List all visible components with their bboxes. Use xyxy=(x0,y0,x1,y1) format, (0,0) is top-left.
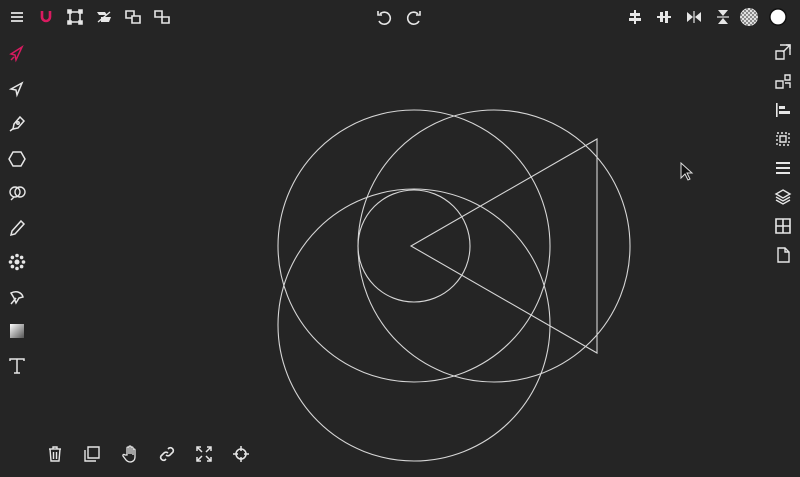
canvas-circle-large-right[interactable] xyxy=(357,109,631,383)
layers-list-icon[interactable] xyxy=(771,156,795,180)
menu-icon[interactable] xyxy=(5,5,29,29)
mouse-cursor-icon xyxy=(680,162,694,181)
pen-tool-icon[interactable] xyxy=(5,112,29,136)
group-icon[interactable] xyxy=(121,5,145,29)
fit-screen-icon[interactable] xyxy=(192,442,216,466)
pattern-fill-icon[interactable] xyxy=(737,5,761,29)
undo-icon[interactable] xyxy=(372,5,396,29)
pencil-tool-icon[interactable] xyxy=(5,216,29,240)
grid-icon[interactable] xyxy=(771,214,795,238)
canvas-triangle[interactable] xyxy=(409,138,598,354)
color-swatch[interactable] xyxy=(766,5,790,29)
flip-icon[interactable] xyxy=(92,5,116,29)
ungroup-icon[interactable] xyxy=(150,5,174,29)
clip-icon[interactable] xyxy=(771,127,795,151)
align-center-vertical-icon[interactable] xyxy=(652,5,676,29)
align-icon[interactable] xyxy=(771,98,795,122)
shape-builder-tool-icon[interactable] xyxy=(5,181,29,205)
duplicate-icon[interactable] xyxy=(80,442,104,466)
layers-stack-icon[interactable] xyxy=(771,185,795,209)
path-tool-icon[interactable] xyxy=(5,285,29,309)
gradient-tool-icon[interactable] xyxy=(5,319,29,343)
target-icon[interactable] xyxy=(229,442,253,466)
polygon-tool-icon[interactable] xyxy=(5,147,29,171)
canvas-circle-large-upper[interactable] xyxy=(277,109,551,383)
selection-icon[interactable] xyxy=(63,5,87,29)
canvas-circle-large-lower[interactable] xyxy=(277,188,551,462)
symmetry-tool-icon[interactable] xyxy=(5,250,29,274)
redo-icon[interactable] xyxy=(402,5,426,29)
link-icon[interactable] xyxy=(155,442,179,466)
magnet-icon[interactable] xyxy=(34,5,58,29)
transform-icon[interactable] xyxy=(771,69,795,93)
canvas-circle-small[interactable] xyxy=(357,189,471,303)
trash-icon[interactable] xyxy=(43,442,67,466)
drawing-canvas[interactable] xyxy=(0,0,800,477)
select-tool-icon[interactable] xyxy=(5,42,29,66)
align-center-horizontal-icon[interactable] xyxy=(623,5,647,29)
document-icon[interactable] xyxy=(771,243,795,267)
direct-select-tool-icon[interactable] xyxy=(5,77,29,101)
text-tool-icon[interactable] xyxy=(5,354,29,378)
resize-icon[interactable] xyxy=(771,40,795,64)
flip-horizontal-icon[interactable] xyxy=(682,5,706,29)
pan-hand-icon[interactable] xyxy=(118,442,142,466)
flip-vertical-icon[interactable] xyxy=(711,5,735,29)
